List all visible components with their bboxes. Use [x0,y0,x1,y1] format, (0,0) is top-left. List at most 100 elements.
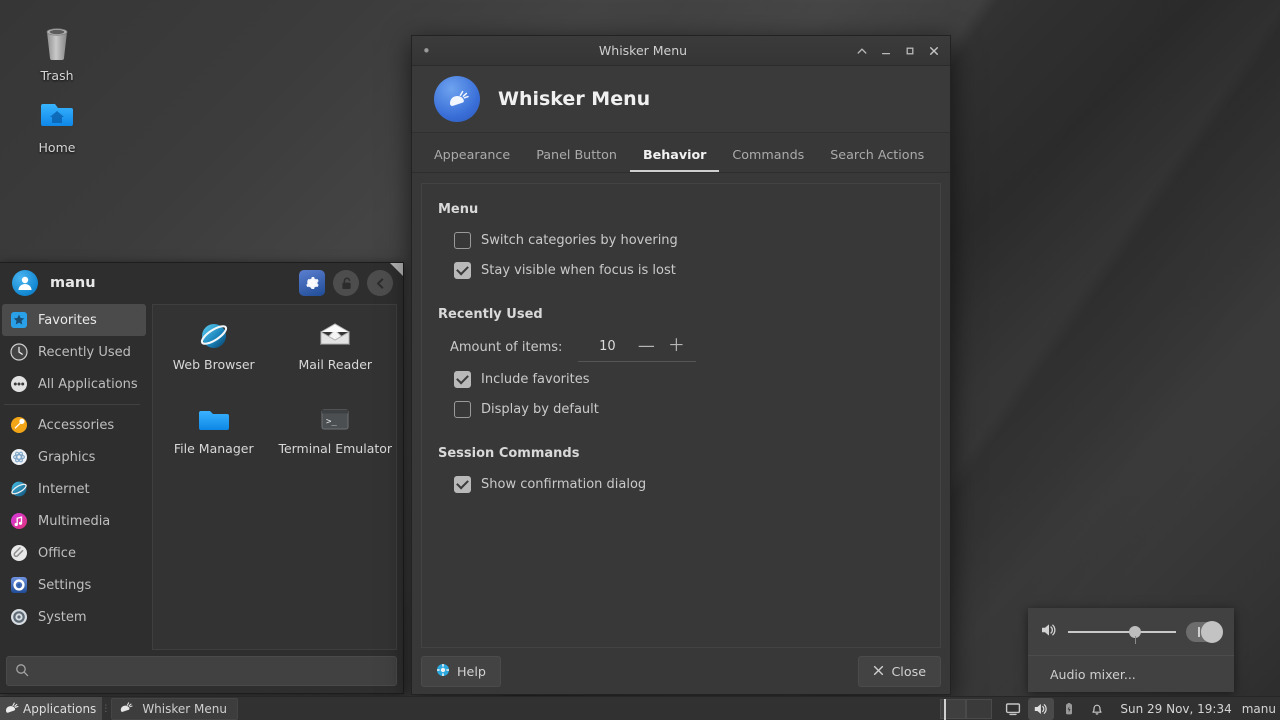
increment-button[interactable]: ＋ [662,338,690,355]
shade-button[interactable] [850,39,874,63]
applications-label: Applications [23,702,96,716]
system-tray [1000,698,1110,720]
panel-drag-handle[interactable]: ⋮ [102,697,109,720]
whisker-app-grid: Web Browser Mail Reader [152,304,397,650]
desktop-icon-home[interactable]: Home [2,92,112,155]
music-note-icon [9,511,29,531]
decrement-button[interactable]: — [632,338,660,355]
search-icon [15,662,29,681]
checkbox[interactable] [454,371,471,388]
desktop-root: Trash Home manu [0,0,1280,720]
category-label: Accessories [38,418,114,433]
dialog-title: Whisker Menu [498,88,650,110]
mute-toggle[interactable] [1186,622,1222,642]
whisker-menu-popup: manu [0,262,404,694]
maximize-button[interactable] [898,39,922,63]
app-label: File Manager [174,441,254,458]
help-button[interactable]: Help [421,656,501,687]
tab-commands[interactable]: Commands [719,141,817,172]
paperclip-icon [9,543,29,563]
category-office[interactable]: Office [0,537,148,569]
category-system[interactable]: System [0,601,148,633]
category-all-applications[interactable]: All Applications [0,368,148,400]
whisker-settings-button[interactable] [299,270,325,296]
workspace-2[interactable] [966,699,992,719]
quantity-stepper[interactable]: 10 — ＋ [578,333,696,362]
taskbar-panel: Applications ⋮ Whisker Menu [0,696,1280,720]
folder-icon [197,401,231,437]
category-multimedia[interactable]: Multimedia [0,505,148,537]
category-label: Graphics [38,450,95,465]
behavior-settings-page: Menu Switch categories by hovering Stay … [421,183,941,648]
clock[interactable]: Sun 29 Nov, 19:34 [1110,702,1241,716]
volume-slider[interactable] [1068,622,1176,642]
checkbox[interactable] [454,401,471,418]
category-accessories[interactable]: Accessories [0,409,148,441]
volume-icon[interactable] [1028,698,1054,720]
close-button[interactable] [922,39,946,63]
audio-mixer-menu-item[interactable]: Audio mixer... [1028,656,1234,692]
category-separator [4,404,140,405]
whisker-menu-body: Favorites Recently Used [0,303,403,650]
checkbox[interactable] [454,476,471,493]
whisker-search-area [0,650,403,693]
taskbar-item-whisker-menu[interactable]: Whisker Menu [111,698,238,720]
category-settings[interactable]: Settings [0,569,148,601]
amount-of-items-value[interactable]: 10 [584,339,630,354]
tab-appearance[interactable]: Appearance [421,141,523,172]
tab-search-actions[interactable]: Search Actions [817,141,937,172]
tab-behavior[interactable]: Behavior [630,141,719,172]
display-icon[interactable] [1000,698,1026,720]
category-recently-used[interactable]: Recently Used [0,336,148,368]
app-item-web-browser[interactable]: Web Browser [153,313,275,397]
option-label: Include favorites [481,372,589,387]
window-titlebar[interactable]: • Whisker Menu [412,36,950,66]
volume-control-row [1028,608,1234,656]
app-item-mail-reader[interactable]: Mail Reader [275,313,397,397]
panel-username[interactable]: manu [1242,702,1280,716]
notification-bell-icon[interactable] [1084,698,1110,720]
app-label: Web Browser [173,357,255,374]
close-icon [873,664,884,679]
minimize-button[interactable] [874,39,898,63]
option-switch-categories-by-hovering[interactable]: Switch categories by hovering [454,225,926,255]
resize-grip[interactable] [390,263,403,276]
category-label: Settings [38,578,91,593]
option-include-favorites[interactable]: Include favorites [454,364,926,394]
mail-envelope-icon [318,317,352,353]
whisker-lock-button[interactable] [333,270,359,296]
desktop-icon-label: Trash [2,68,112,83]
all-apps-icon [9,374,29,394]
battery-icon[interactable] [1056,698,1082,720]
checkbox[interactable] [454,232,471,249]
toggle-bar [1198,627,1200,637]
category-label: Recently Used [38,345,131,360]
applications-button[interactable]: Applications [0,697,102,720]
option-stay-visible-when-focus-is-lost[interactable]: Stay visible when focus is lost [454,255,926,285]
app-label: Terminal Emulator [278,441,392,458]
category-favorites[interactable]: Favorites [2,304,146,336]
workspace-switcher[interactable] [940,699,992,719]
category-graphics[interactable]: Graphics [0,441,148,473]
category-label: All Applications [38,377,138,392]
close-dialog-button[interactable]: Close [858,656,941,687]
section-title-session-commands: Session Commands [438,446,926,461]
graphics-icon [9,447,29,467]
speaker-icon[interactable] [1040,621,1058,643]
workspace-1[interactable] [940,699,966,719]
app-item-terminal-emulator[interactable]: >_ Terminal Emulator [275,397,397,481]
option-display-by-default[interactable]: Display by default [454,394,926,424]
tab-panel-button[interactable]: Panel Button [523,141,630,172]
desktop-icon-trash[interactable]: Trash [2,20,112,83]
search-input[interactable] [6,656,397,686]
wrench-icon [9,415,29,435]
category-internet[interactable]: Internet [0,473,148,505]
amount-of-items-label: Amount of items: [450,340,562,355]
option-show-confirmation-dialog[interactable]: Show confirmation dialog [454,469,926,499]
checkbox[interactable] [454,262,471,279]
close-label: Close [891,664,926,679]
app-item-file-manager[interactable]: File Manager [153,397,275,481]
toggle-knob [1201,621,1223,643]
svg-text:>_: >_ [326,417,337,427]
option-label: Show confirmation dialog [481,477,646,492]
